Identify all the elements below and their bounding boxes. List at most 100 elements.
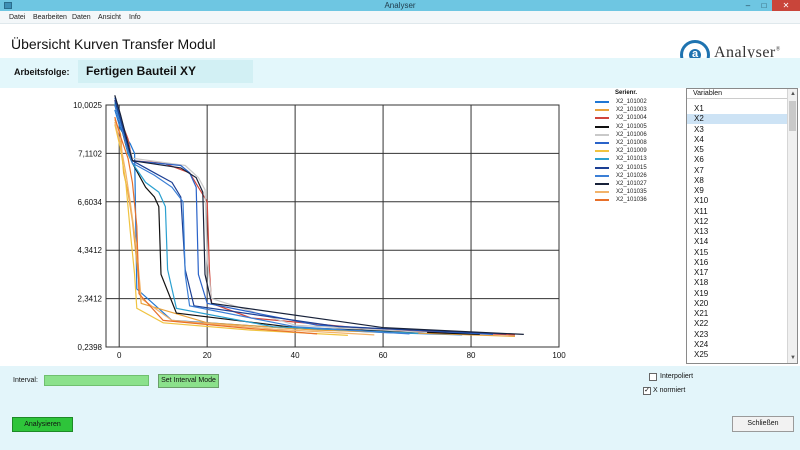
x-tick-label: 60 xyxy=(379,351,388,360)
legend-item: X2_101009 xyxy=(595,147,685,155)
y-tick-label: 6,6034 xyxy=(78,198,103,207)
legend-swatch xyxy=(595,174,609,177)
legend-item: X2_101027 xyxy=(595,180,685,188)
x-tick-label: 100 xyxy=(552,351,566,360)
variable-item[interactable]: X10 xyxy=(687,196,787,206)
variable-item[interactable]: X17 xyxy=(687,268,787,278)
variable-item[interactable]: X2 xyxy=(687,114,787,125)
workflow-label: Arbeitsfolge: xyxy=(14,67,70,77)
y-tick-label: 4,3412 xyxy=(78,246,103,255)
variable-item[interactable]: X8 xyxy=(687,176,787,186)
menu-ansicht[interactable]: Ansicht xyxy=(98,11,121,24)
legend-label: X2_101009 xyxy=(616,148,647,155)
x-tick-label: 40 xyxy=(291,351,300,360)
legend-swatch xyxy=(595,183,609,185)
variable-item[interactable]: X23 xyxy=(687,330,787,340)
variable-item[interactable]: X22 xyxy=(687,319,787,329)
variable-item[interactable]: X4 xyxy=(687,135,787,145)
close-window-button[interactable]: ✕ xyxy=(772,0,800,11)
legend-swatch xyxy=(595,133,609,136)
scroll-down-icon[interactable]: ▼ xyxy=(788,353,797,363)
legend-item: X2_101002 xyxy=(595,98,685,106)
legend-item: X2_101008 xyxy=(595,139,685,147)
variable-item[interactable]: X13 xyxy=(687,227,787,237)
variable-item[interactable]: X11 xyxy=(687,207,787,217)
workflow-band: Arbeitsfolge: Fertigen Bauteil XY xyxy=(0,58,800,88)
scroll-up-icon[interactable]: ▲ xyxy=(788,89,797,99)
bottom-panel: Interval: Set Interval Mode Interpoliert… xyxy=(0,366,800,450)
variable-item[interactable]: X5 xyxy=(687,145,787,155)
legend-label: X2_101002 xyxy=(616,99,647,105)
variable-item[interactable]: X9 xyxy=(687,186,787,196)
legend-title: Serienr. xyxy=(615,90,638,96)
menu-datei[interactable]: Datei xyxy=(9,11,25,24)
interpoliert-label: Interpoliert xyxy=(660,373,694,380)
curve-chart[interactable]: 10,0025 7,1102 6,6034 4,3412 2,3412 0,2398 0 20… xyxy=(0,88,686,366)
legend-label: X2_101015 xyxy=(616,164,647,171)
x-tick-label: 80 xyxy=(467,351,476,360)
variables-list[interactable]: Variablen X1 X2 X3 X4 X5 X6 X7 X8 X9 X10 X11 X12 X13… xyxy=(686,88,798,364)
legend-item: X2_101006 xyxy=(595,131,685,139)
menu-info[interactable]: Info xyxy=(129,11,141,24)
legend-label: X2_101005 xyxy=(616,123,647,130)
legend-swatch xyxy=(595,142,609,144)
legend-label: X2_101026 xyxy=(616,172,647,179)
workflow-value-box: Fertigen Bauteil XY xyxy=(78,60,253,83)
x-normiert-label: X normiert xyxy=(653,387,686,394)
analyse-button[interactable]: Analysieren xyxy=(12,417,73,432)
y-tick-label: 7,1102 xyxy=(78,149,102,158)
legend-label: X2_101035 xyxy=(616,189,647,196)
variable-item[interactable]: X16 xyxy=(687,258,787,268)
close-button[interactable]: Schließen xyxy=(732,416,794,432)
y-tick-label: 2,3412 xyxy=(78,295,103,304)
legend-item: X2_101004 xyxy=(595,114,685,122)
variable-item[interactable]: X25 xyxy=(687,350,787,360)
legend-swatch xyxy=(595,125,609,128)
interval-label: Interval: xyxy=(13,377,38,384)
menu-daten[interactable]: Daten xyxy=(72,11,91,24)
legend-item: X2_101013 xyxy=(595,155,685,163)
workflow-value: Fertigen Bauteil XY xyxy=(86,64,197,78)
x-normiert-checkbox[interactable]: ✓ xyxy=(643,387,651,395)
legend-label: X2_101036 xyxy=(616,197,647,204)
variable-item[interactable]: X14 xyxy=(687,237,787,247)
legend-item: X2_101003 xyxy=(595,106,685,114)
variables-header: Variablen xyxy=(687,89,787,99)
legend-label: X2_101004 xyxy=(616,115,647,122)
plot-frame xyxy=(105,104,560,348)
interval-input[interactable] xyxy=(44,375,149,386)
menu-bearbeiten[interactable]: Bearbeiten xyxy=(33,11,67,24)
variable-item[interactable]: X21 xyxy=(687,309,787,319)
maximize-button[interactable]: □ xyxy=(756,0,772,11)
x-tick-label: 0 xyxy=(117,351,122,360)
variable-item[interactable]: X19 xyxy=(687,289,787,299)
variable-item[interactable]: X24 xyxy=(687,340,787,350)
legend-swatch xyxy=(595,158,609,161)
legend-label: X2_101008 xyxy=(616,140,647,146)
variable-item[interactable]: X1 xyxy=(687,104,787,114)
minimize-button[interactable]: – xyxy=(740,0,756,11)
variables-scrollbar[interactable]: ▲ ▼ xyxy=(787,89,797,363)
variable-item[interactable]: X7 xyxy=(687,166,787,176)
variable-item[interactable]: X12 xyxy=(687,217,787,227)
legend-swatch xyxy=(595,150,609,153)
interpoliert-checkbox[interactable] xyxy=(649,373,657,381)
variable-item[interactable]: X18 xyxy=(687,278,787,288)
title-bar[interactable]: Analyser – □ ✕ xyxy=(0,0,800,11)
menu-bar: Datei Bearbeiten Daten Ansicht Info xyxy=(0,11,800,24)
y-tick-label: 10,0025 xyxy=(73,101,102,110)
app-window: Analyser – □ ✕ Datei Bearbeiten Daten An… xyxy=(0,0,800,450)
legend-swatch xyxy=(595,166,609,169)
variable-item[interactable]: X20 xyxy=(687,299,787,309)
variable-item[interactable]: X15 xyxy=(687,248,787,258)
set-interval-mode-button[interactable]: Set Interval Mode xyxy=(158,374,219,388)
legend-swatch xyxy=(595,109,609,112)
legend-label: X2_101006 xyxy=(616,131,647,138)
legend-swatch xyxy=(595,191,609,194)
variable-item[interactable]: X3 xyxy=(687,125,787,135)
legend-swatch xyxy=(595,199,609,202)
variable-item[interactable]: X6 xyxy=(687,155,787,165)
legend-item: X2_101026 xyxy=(595,172,685,180)
x-tick-label: 20 xyxy=(203,351,212,360)
scroll-thumb[interactable] xyxy=(789,101,796,131)
